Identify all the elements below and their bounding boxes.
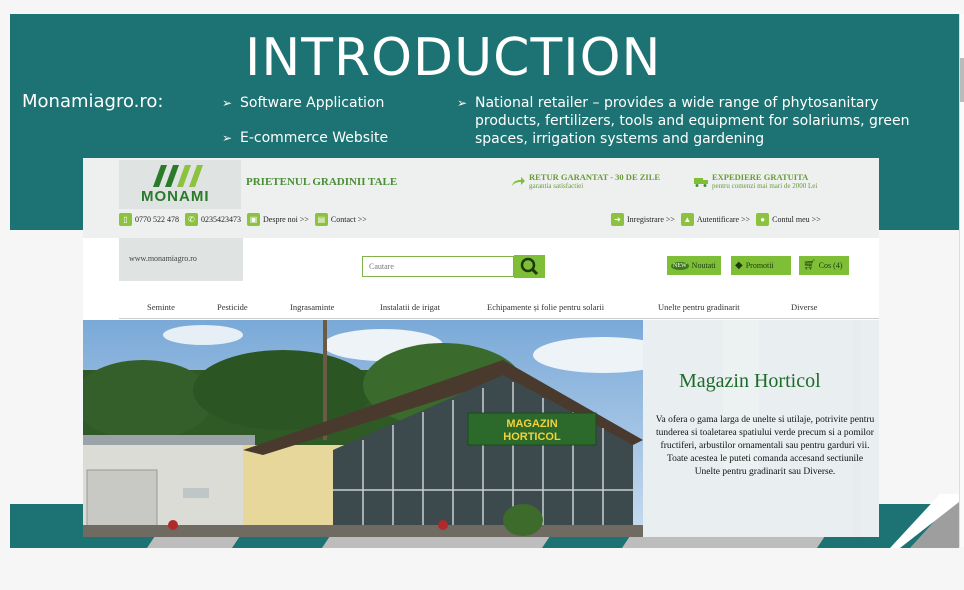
nav-item-solarii[interactable]: Echipamente și folie pentru solarii [487, 302, 604, 312]
truck-icon [694, 178, 708, 187]
account-link[interactable]: ● Contul meu >> [756, 213, 821, 226]
site-url: www.monamiagro.ro [119, 238, 243, 281]
register-link[interactable]: ➜ Inregistrare >> [611, 213, 675, 226]
tag-icon: ◆ [735, 260, 743, 271]
phone-mobile[interactable]: ▯ 0770 522 478 [119, 213, 179, 226]
phone-landline-text: 0235423473 [201, 215, 241, 224]
bullet-retailer: ➢ National retailer – provides a wide ra… [457, 94, 937, 148]
hero-title: Magazin Horticol [679, 370, 821, 392]
search-button[interactable] [514, 255, 545, 278]
account-link-text: Contul meu >> [772, 215, 821, 224]
site-logo[interactable]: MONAMI [119, 160, 241, 209]
phone-mobile-text: 0770 522 478 [135, 215, 179, 224]
nav-item-diverse[interactable]: Diverse [791, 302, 817, 312]
search-icon [520, 257, 539, 276]
shop-sign-line2: HORTICOL [503, 431, 561, 443]
news-button-label: Noutati [691, 261, 716, 270]
login-link-text: Autentificare >> [696, 215, 751, 224]
contact-link[interactable]: ▤ Contact >> [314, 213, 367, 226]
account-links: ➜ Inregistrare >> ▲ Autentificare >> ● Cont… [611, 213, 821, 226]
chat-icon: ▤ [314, 213, 328, 226]
mobile-phone-icon: ▯ [119, 213, 132, 226]
bullet-text: Software Application [240, 95, 385, 111]
brand-label: Monamiagro.ro: [22, 91, 164, 112]
scrollbar-thumb[interactable] [960, 58, 964, 102]
footer-stripe [10, 536, 959, 548]
promo-shipping: EXPEDIERE GRATUITA pentru comenzi mai ma… [694, 172, 818, 190]
shop-sign-line1: MAGAZIN [506, 418, 557, 430]
register-link-text: Inregistrare >> [627, 215, 675, 224]
promo-return-title: RETUR GARANTAT - 30 DE ZILE [529, 172, 661, 182]
search-input[interactable]: Cautare [362, 256, 514, 277]
slide-title: INTRODUCTION [245, 28, 662, 88]
contact-links: ▯ 0770 522 478 ✆ 0235423473 ▣ Despre noi >>… [119, 213, 367, 226]
phone-icon: ✆ [185, 213, 198, 226]
promotions-button[interactable]: ◆ Promotii [731, 256, 791, 275]
bullet-software: ➢ Software Application [222, 94, 384, 112]
about-link-text: Despre noi >> [263, 215, 309, 224]
promo-shipping-title: EXPEDIERE GRATUITA [712, 172, 809, 182]
bullet-text: National retailer – provides a wide rang… [475, 95, 910, 147]
news-button[interactable]: NEW Noutati [667, 256, 721, 275]
logo-text: MONAMI [141, 188, 210, 205]
promo-return-sub: garantia satisfactiei [529, 182, 584, 190]
about-link[interactable]: ▣ Despre noi >> [247, 213, 309, 226]
scrollbar[interactable] [959, 14, 964, 547]
hero-description: Va ofera o gama larga de unelte si utila… [655, 415, 875, 477]
return-arrow-icon [512, 177, 525, 186]
nav-item-unelte[interactable]: Unelte pentru gradinarit [658, 302, 740, 312]
nav-divider [119, 318, 879, 319]
bullet-ecommerce: ➢ E-commerce Website [222, 129, 388, 147]
bullet-arrow-icon: ➢ [222, 131, 233, 145]
logo-mark-icon [153, 165, 203, 187]
promo-return: RETUR GARANTAT - 30 DE ZILE garantia sat… [512, 172, 661, 190]
cart-button-label: Cos (4) [818, 261, 843, 270]
bullet-text: E-commerce Website [240, 130, 389, 146]
phone-landline[interactable]: ✆ 0235423473 [185, 213, 241, 226]
bullet-arrow-icon: ➢ [457, 96, 468, 110]
bullet-arrow-icon: ➢ [222, 96, 233, 110]
contact-link-text: Contact >> [330, 215, 367, 224]
footer-corner-shape [890, 494, 959, 548]
lock-icon: ▲ [680, 213, 694, 226]
promotions-button-label: Promotii [745, 261, 774, 270]
nav-item-pesticide[interactable]: Pesticide [217, 302, 248, 312]
nav-item-ingrasaminte[interactable]: Ingrasaminte [290, 302, 334, 312]
user-icon: ● [756, 213, 770, 226]
login-link[interactable]: ▲ Autentificare >> [680, 213, 751, 226]
nav-item-seminte[interactable]: Seminte [147, 302, 175, 312]
new-badge-icon: NEW [671, 261, 689, 270]
briefcase-icon: ▣ [247, 213, 260, 226]
cart-button[interactable]: 🛒︎ Cos (4) [799, 256, 849, 275]
register-arrow-icon: ➜ [611, 213, 624, 226]
website-screenshot: MONAMI PRIETENUL GRADINII TALE RETUR GAR… [83, 158, 879, 537]
promo-shipping-sub: pentru comenzi mai mari de 2000 Lei [712, 182, 818, 190]
cart-icon: 🛒︎ [803, 260, 816, 271]
site-slogan: PRIETENUL GRADINII TALE [246, 176, 398, 188]
nav-item-irigat[interactable]: Instalatii de irigat [380, 302, 440, 312]
presentation-slide: INTRODUCTION Monamiagro.ro: ➢ Software A… [0, 0, 964, 590]
